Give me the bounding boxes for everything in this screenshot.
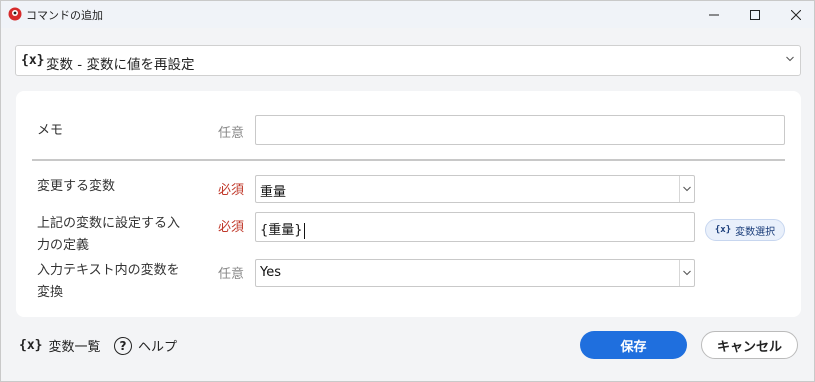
variable-select-button-label: 変数選択 [735, 226, 776, 238]
close-button[interactable] [773, 1, 815, 28]
definition-required-badge: 必須 [218, 220, 245, 235]
command-label: 変数 - 変数に値を再設定 [46, 57, 195, 73]
variable-select[interactable]: 重量 [255, 175, 695, 203]
memo-label: メモ [37, 123, 64, 138]
expand-select-dropdown[interactable] [679, 260, 694, 286]
text-cursor [303, 222, 305, 239]
expand-select[interactable]: Yes [255, 259, 695, 287]
definition-input[interactable]: {重量} [255, 212, 695, 242]
section-divider [32, 159, 785, 161]
memo-optional-badge: 任意 [218, 126, 245, 141]
form-panel: メモ 任意 変更する変数 必須 重量 上記の変数に設定する入 力の定義 必須 {… [16, 91, 801, 317]
expand-select-value: Yes [260, 265, 281, 280]
help-link[interactable]: ? ヘルプ [114, 336, 177, 355]
chevron-down-icon [786, 56, 794, 62]
definition-label-line1: 上記の変数に設定する入 [37, 216, 181, 231]
add-command-dialog: コマンドの追加 {x} 変数 - 変数に値を再設定 メモ 任意 変更する変数 必… [0, 0, 815, 382]
memo-input[interactable] [255, 115, 785, 145]
variable-icon: {x} [19, 338, 43, 353]
title-bar: コマンドの追加 [1, 1, 814, 28]
variable-required-badge: 必須 [218, 183, 245, 198]
help-label: ヘルプ [138, 340, 178, 355]
help-icon: ? [114, 336, 132, 355]
chevron-down-icon [683, 186, 691, 192]
variables-list-label: 変数一覧 [48, 340, 101, 355]
variable-label: 変更する変数 [37, 179, 116, 194]
variable-icon: {x} [21, 53, 45, 68]
chevron-down-icon [683, 270, 691, 276]
expand-label-line2: 変換 [37, 285, 64, 300]
expand-label-line1: 入力テキスト内の変数を [37, 263, 180, 278]
app-logo-icon [8, 7, 22, 21]
command-select[interactable]: {x} 変数 - 変数に値を再設定 [15, 45, 801, 76]
close-icon [791, 9, 801, 20]
variable-select-value: 重量 [260, 185, 287, 200]
variables-list-link[interactable]: {x} 変数一覧 [19, 336, 101, 355]
variable-select-dropdown[interactable] [679, 176, 694, 202]
expand-optional-badge: 任意 [218, 267, 245, 282]
definition-label-line2: 力の定義 [37, 238, 90, 253]
minimize-button[interactable] [691, 1, 737, 28]
definition-input-value: {重量} [260, 222, 305, 239]
window-title: コマンドの追加 [26, 9, 103, 22]
variable-select-button[interactable]: {x} 変数選択 [705, 219, 785, 241]
minimize-icon [709, 14, 719, 15]
maximize-button[interactable] [732, 1, 778, 28]
save-button[interactable]: 保存 [580, 331, 687, 359]
cancel-button[interactable]: キャンセル [701, 331, 798, 359]
variable-icon: {x} [714, 225, 732, 235]
maximize-icon [750, 9, 760, 20]
